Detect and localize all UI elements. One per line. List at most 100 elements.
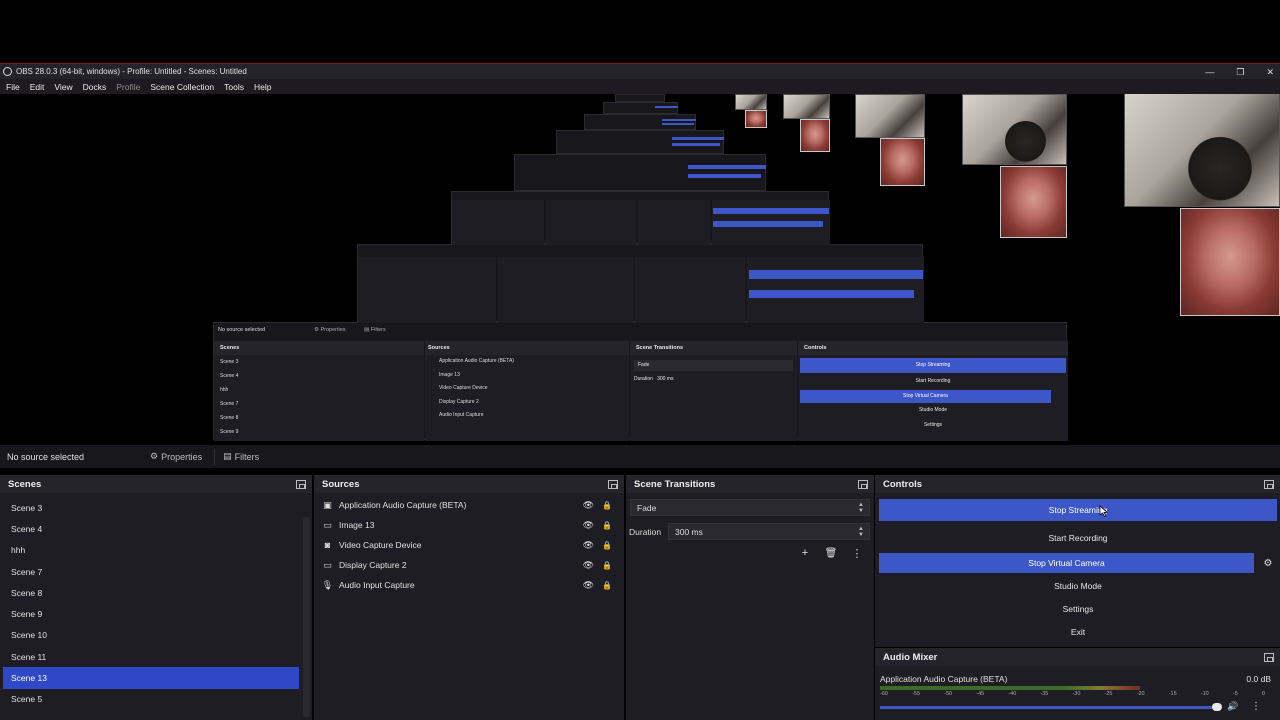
exit-button[interactable]: Exit xyxy=(879,621,1277,643)
rec6-blue-2 xyxy=(662,123,694,125)
filters-button[interactable]: ▤ Filters xyxy=(223,451,259,462)
mixer-scale-tick: 0 xyxy=(1261,691,1265,697)
rec3-scenes xyxy=(452,200,544,245)
settings-button[interactable]: Settings xyxy=(879,598,1277,620)
eye-icon[interactable]: 👁 xyxy=(583,500,594,511)
close-icon[interactable]: ✕ xyxy=(1266,67,1274,78)
add-transition-button[interactable]: + xyxy=(796,545,814,561)
mixer-scale-tick: -30 xyxy=(1072,691,1081,697)
facecam-overlay-3 xyxy=(880,138,925,186)
source-item[interactable]: 🎙 Audio Input Capture 👁 🔒 xyxy=(314,575,624,595)
scene-item[interactable]: Scene 3 xyxy=(3,497,299,518)
rec-studio-mode: Studio Mode xyxy=(918,407,948,413)
remove-transition-button[interactable]: 🗑 xyxy=(822,545,840,561)
scene-item[interactable]: Scene 9 xyxy=(3,603,299,624)
rec-source-item: Application Audio Capture (BETA) xyxy=(439,358,514,364)
lock-icon[interactable]: 🔒 xyxy=(602,561,612,570)
rec4-blue-1 xyxy=(688,165,766,169)
gear-icon: ⚙ xyxy=(150,451,159,461)
source-label: Audio Input Capture xyxy=(339,580,415,590)
webcam-person xyxy=(1185,137,1255,207)
start-recording-button[interactable]: Start Recording xyxy=(879,527,1277,549)
eye-icon[interactable]: 👁 xyxy=(583,560,594,571)
mixer-scale-tick: -40 xyxy=(1008,691,1017,697)
rec5-blue-2 xyxy=(672,143,720,146)
eye-icon[interactable]: 👁 xyxy=(583,580,594,591)
minimize-icon[interactable]: — xyxy=(1205,67,1214,77)
rec-controls-dock: Controls Stop Streaming Start Recording … xyxy=(798,341,1068,441)
undock-icon[interactable] xyxy=(858,479,868,489)
scene-item[interactable]: Scene 11 xyxy=(3,646,299,667)
kebab-menu-icon[interactable]: ⋮ xyxy=(1251,701,1261,712)
scenes-dock-header: Scenes xyxy=(0,475,312,493)
menu-help[interactable]: Help xyxy=(254,82,271,92)
virtual-camera-settings-button[interactable]: ⚙ xyxy=(1259,555,1277,571)
kebab-menu-icon: ⋮ xyxy=(851,547,863,560)
menu-scene-collection[interactable]: Scene Collection xyxy=(150,82,214,92)
menu-edit[interactable]: Edit xyxy=(30,82,45,92)
duration-spinbox[interactable]: 300 ms ▲ ▼ xyxy=(668,523,870,540)
properties-button[interactable]: ⚙ Properties xyxy=(150,451,202,462)
speaker-mute-icon[interactable]: 🔊 xyxy=(1227,701,1238,712)
recursive-obs-ui-4 xyxy=(514,154,766,191)
eye-icon[interactable]: 👁 xyxy=(583,540,594,551)
studio-mode-button[interactable]: Studio Mode xyxy=(879,575,1277,597)
preview-canvas[interactable]: No source selected ⚙ Properties ▤ Filter… xyxy=(0,94,1280,444)
source-item[interactable]: ◙ Video Capture Device 👁 🔒 xyxy=(314,535,624,555)
menu-view[interactable]: View xyxy=(54,82,72,92)
scene-item[interactable]: Scene 8 xyxy=(3,582,299,603)
scene-item-selected[interactable]: Scene 13 xyxy=(3,667,299,689)
source-item[interactable]: ▭ Image 13 👁 🔒 xyxy=(314,515,624,535)
undock-icon[interactable] xyxy=(608,479,618,489)
scene-item[interactable]: Scene 4 xyxy=(3,518,299,539)
mouse-cursor-icon xyxy=(1099,505,1108,517)
webcam-frame xyxy=(1124,94,1280,207)
controls-title: Controls xyxy=(883,478,923,490)
undock-icon[interactable] xyxy=(1264,479,1274,489)
stop-streaming-button[interactable]: Stop Streaming xyxy=(879,499,1277,521)
filters-label: Filters xyxy=(234,451,260,462)
transition-select[interactable]: Fade ▲ ▼ xyxy=(630,499,870,516)
mixer-scale-tick: -45 xyxy=(976,691,985,697)
menu-tools[interactable]: Tools xyxy=(224,82,244,92)
source-item[interactable]: ▣ Application Audio Capture (BETA) 👁 🔒 xyxy=(314,495,624,515)
lock-icon[interactable]: 🔒 xyxy=(602,541,612,550)
lock-icon[interactable]: 🔒 xyxy=(602,501,612,510)
scene-item[interactable]: Scene 10 xyxy=(3,625,299,646)
menu-profile[interactable]: Profile xyxy=(116,82,140,92)
webcam-frame-4 xyxy=(783,94,830,119)
lock-icon[interactable]: 🔒 xyxy=(602,521,612,530)
transition-menu-button[interactable]: ⋮ xyxy=(848,545,866,561)
rec-scenes-title: Scenes xyxy=(214,341,424,355)
restore-icon[interactable]: ❐ xyxy=(1236,67,1244,78)
scene-item[interactable]: Scene 5 xyxy=(3,689,299,710)
mixer-scale-tick: -60 xyxy=(880,691,888,697)
sources-dock: Sources ▣ Application Audio Capture (BET… xyxy=(314,475,624,720)
source-toolbar: No source selected ⚙ Properties ▤ Filter… xyxy=(0,445,1280,468)
source-label: Image 13 xyxy=(339,520,375,530)
mixer-scale-tick: -25 xyxy=(1104,691,1113,697)
scene-item[interactable]: hhh xyxy=(3,540,299,561)
filter-icon: ▤ xyxy=(223,451,232,461)
rec3-controls xyxy=(712,200,830,245)
source-item[interactable]: ▭ Display Capture 2 👁 🔒 xyxy=(314,555,624,575)
obs-logo-icon xyxy=(3,67,12,76)
no-source-label: No source selected xyxy=(7,451,85,462)
menu-docks[interactable]: Docks xyxy=(83,82,107,92)
rec-scene-item: Scene 8 xyxy=(220,415,239,421)
mixer-scale-tick: -55 xyxy=(912,691,921,697)
volume-slider-handle[interactable] xyxy=(1212,703,1222,711)
menu-file[interactable]: File xyxy=(6,82,20,92)
stop-virtual-camera-button[interactable]: Stop Virtual Camera xyxy=(879,553,1254,573)
plus-icon: + xyxy=(801,547,809,559)
lock-icon[interactable]: 🔒 xyxy=(602,581,612,590)
scenes-scrollbar[interactable] xyxy=(303,517,310,717)
rec-transitions-title: Scene Transitions xyxy=(630,341,797,355)
volume-slider[interactable] xyxy=(880,706,1220,709)
eye-icon[interactable]: 👁 xyxy=(583,520,594,531)
rec5-blue-1 xyxy=(672,137,724,140)
undock-icon[interactable] xyxy=(1264,652,1274,662)
undock-icon[interactable] xyxy=(296,479,306,489)
scene-item[interactable]: Scene 7 xyxy=(3,561,299,582)
mixer-scale-tick: -50 xyxy=(944,691,953,697)
